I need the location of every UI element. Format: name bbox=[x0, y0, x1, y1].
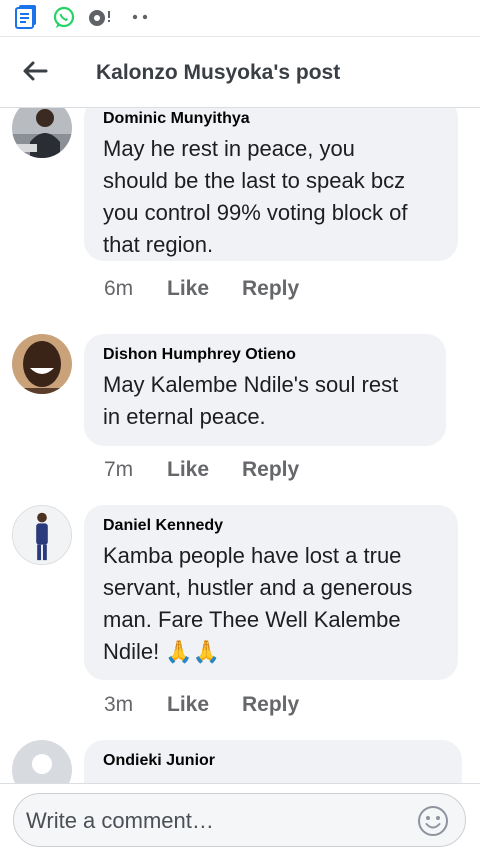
comment-text-line: Ndile! 🙏🙏 bbox=[103, 639, 221, 664]
avatar[interactable] bbox=[12, 334, 72, 394]
reply-button[interactable]: Reply bbox=[242, 277, 299, 301]
comment-text-line: you control 99% voting block of bbox=[103, 200, 408, 225]
avatar[interactable] bbox=[12, 108, 72, 158]
comment-bubble: Ondieki Junior bbox=[84, 740, 462, 783]
comment-text-line: in eternal peace. bbox=[103, 404, 266, 429]
comment-text-line: May he rest in peace, you bbox=[103, 136, 355, 161]
more-dots-icon bbox=[132, 14, 148, 20]
comment-list[interactable]: Dominic Munyithya May he rest in peace, … bbox=[0, 108, 480, 783]
comment-timestamp: 3m bbox=[104, 693, 134, 716]
whatsapp-icon bbox=[53, 6, 75, 28]
location-icon bbox=[89, 10, 110, 26]
comment-text-line: that region. bbox=[103, 232, 214, 257]
comment-timestamp: 7m bbox=[104, 458, 134, 481]
avatar[interactable] bbox=[12, 505, 72, 565]
avatar[interactable] bbox=[12, 740, 72, 783]
comment-text-line: Kamba people have lost a true bbox=[103, 543, 402, 568]
comment-input-placeholder: Write a comment… bbox=[26, 808, 214, 833]
reply-button[interactable]: Reply bbox=[242, 693, 299, 717]
like-button[interactable]: Like bbox=[167, 693, 209, 717]
comment-bubble: Dominic Munyithya May he rest in peace, … bbox=[84, 108, 458, 261]
comment-composer: Write a comment… bbox=[0, 783, 480, 854]
like-button[interactable]: Like bbox=[167, 277, 209, 301]
comment-bubble: Dishon Humphrey Otieno May Kalembe Ndile… bbox=[84, 334, 446, 446]
comment-text-line: servant, hustler and a generous bbox=[103, 575, 413, 600]
comment-author[interactable]: Dominic Munyithya bbox=[103, 110, 440, 128]
comment-text-line: should be the last to speak bcz bbox=[103, 168, 406, 193]
status-bar bbox=[0, 0, 480, 36]
comment-author[interactable]: Ondieki Junior bbox=[103, 752, 444, 770]
default-avatar-icon bbox=[12, 740, 72, 783]
comment-bubble: Daniel Kennedy Kamba people have lost a … bbox=[84, 505, 458, 680]
post-header: Kalonzo Musyoka's post bbox=[0, 36, 480, 108]
comment-author[interactable]: Daniel Kennedy bbox=[103, 517, 440, 535]
back-arrow-icon[interactable] bbox=[20, 59, 50, 83]
comment-text-line: May Kalembe Ndile's soul rest bbox=[103, 372, 399, 397]
comment-timestamp: 6m bbox=[104, 277, 134, 300]
smiley-icon[interactable] bbox=[417, 805, 449, 837]
like-button[interactable]: Like bbox=[167, 458, 209, 482]
reply-button[interactable]: Reply bbox=[242, 458, 299, 482]
comment-author[interactable]: Dishon Humphrey Otieno bbox=[103, 346, 428, 364]
comment-input[interactable]: Write a comment… bbox=[13, 793, 466, 847]
document-icon bbox=[15, 5, 36, 29]
comment-text-line: man. Fare Thee Well Kalembe bbox=[103, 607, 401, 632]
page-title: Kalonzo Musyoka's post bbox=[96, 61, 341, 84]
